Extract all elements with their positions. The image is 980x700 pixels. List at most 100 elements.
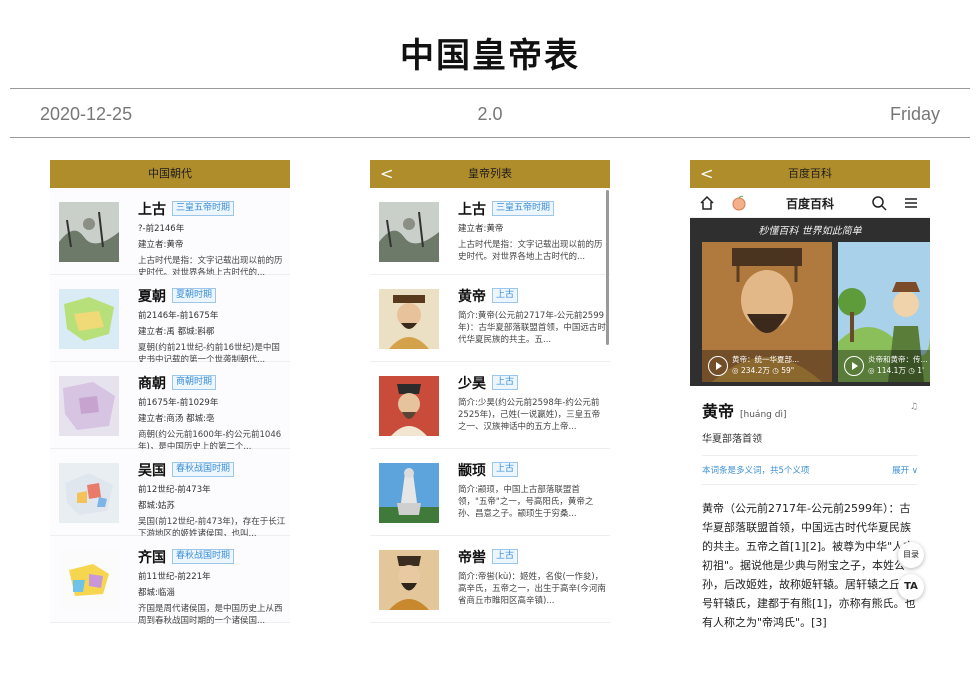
video-banner: 秒懂百科 世界如此简单 xyxy=(758,226,862,237)
polysemy-bar[interactable]: 本词条是多义词，共5个义项 展开 ∨ xyxy=(702,455,918,485)
dynasty-founder: 建立者:商汤 都城:亳 xyxy=(138,413,215,424)
emperor-name: 黄帝 xyxy=(458,288,486,305)
play-icon[interactable] xyxy=(708,356,728,376)
period-tag[interactable]: 上古 xyxy=(492,288,519,303)
emperor-row[interactable]: 上古 三皇五帝时期 建立者:黄帝 上古时代是指：文字记载出现以前的历史时代。对世界… xyxy=(370,188,610,275)
video-title: 炎帝和黄帝：传... xyxy=(868,355,928,364)
menu-icon[interactable] xyxy=(902,194,920,212)
entry-header: 黄帝 [huáng dì] ♫ 华夏部落首领 xyxy=(690,386,930,445)
entry-body: 黄帝（公元前2717年-公元前2599年）：古华夏部落联盟首领，中国远古时代华夏… xyxy=(702,502,916,629)
dynasty-row[interactable]: 商朝 商朝时期 前1675年-前1029年 建立者:商汤 都城:亳 商朝(约公元前… xyxy=(50,362,290,452)
dynasty-years: 前11世纪-前221年 xyxy=(138,571,211,582)
emperor-header: < 皇帝列表 xyxy=(370,160,610,188)
play-icon[interactable] xyxy=(844,356,864,376)
statue-thumbnail xyxy=(379,463,439,523)
dynasty-row[interactable]: 夏朝 夏朝时期 前2146年-前1675年 建立者:禹 都城:斟鄩 夏朝(约前21… xyxy=(50,275,290,365)
map-thumbnail xyxy=(59,376,119,436)
header-title: 中国朝代 xyxy=(148,167,192,180)
header-title: 百度百科 xyxy=(788,167,832,180)
audio-icon[interactable]: ♫ xyxy=(910,402,918,412)
back-button[interactable]: < xyxy=(700,160,713,188)
dynasty-name: 齐国 xyxy=(138,549,166,566)
period-tag[interactable]: 上古 xyxy=(492,462,519,477)
dynasty-row[interactable]: 吴国 春秋战国时期 前12世纪-前473年 都城:姑苏 吴国(前12世纪-前473… xyxy=(50,449,290,539)
entry-subtitle: 华夏部落首领 xyxy=(702,434,762,445)
emperor-desc: 上古时代是指：文字记载出现以前的历史时代。对世界各地上古时代的... xyxy=(458,239,603,262)
page-title: 中国皇帝表 xyxy=(400,36,580,76)
baike-header: < 百度百科 xyxy=(690,160,930,188)
video-duration: 1' xyxy=(917,366,925,375)
emperor-row[interactable]: 黄帝 上古 简介:黄帝(公元前2717年-公元前2599年)：古华夏部落联盟首领，… xyxy=(370,275,610,362)
weekday-label: Friday xyxy=(889,104,940,124)
period-tag[interactable]: 春秋战国时期 xyxy=(172,462,235,477)
back-button[interactable]: < xyxy=(380,160,393,188)
emperor-desc: 简介:少昊(约公元前2598年-约公元前2525年)，己姓(一说嬴姓)，三皇五帝… xyxy=(458,397,601,432)
period-tag[interactable]: 三皇五帝时期 xyxy=(492,201,555,216)
scrollbar[interactable] xyxy=(606,190,609,345)
video-duration: 59" xyxy=(781,366,795,375)
period-tag[interactable]: 上古 xyxy=(492,549,519,564)
dynasty-founder: 都城:临淄 xyxy=(138,587,175,598)
period-tag[interactable]: 三皇五帝时期 xyxy=(172,201,235,216)
baike-screen: < 百度百科 百度百科 秒懂百科 世界如此简单 黄帝：统一华夏部... ◎ 234… xyxy=(690,160,930,640)
prehistoric-thumbnail xyxy=(59,202,119,262)
entry-pinyin: [huáng dì] xyxy=(740,410,787,420)
dynasty-years: 前2146年-前1675年 xyxy=(138,310,219,321)
period-tag[interactable]: 春秋战国时期 xyxy=(172,549,235,564)
video-views: 114.1万 xyxy=(876,366,906,375)
dynasty-years: 前12世纪-前473年 xyxy=(138,484,211,495)
period-tag[interactable]: 商朝时期 xyxy=(172,375,217,390)
divider xyxy=(10,88,970,89)
portrait-thumbnail xyxy=(379,289,439,349)
dynasty-header: 中国朝代 xyxy=(50,160,290,188)
baike-brand: 百度百科 xyxy=(785,197,834,211)
divider xyxy=(10,137,970,138)
video-title: 黄帝：统一华夏部... xyxy=(732,355,800,364)
emperor-name: 帝喾 xyxy=(458,549,486,566)
polysemy-note: 本词条是多义词，共5个义项 xyxy=(702,466,810,476)
emperor-row[interactable]: 少昊 上古 简介:少昊(约公元前2598年-约公元前2525年)，己姓(一说嬴姓)… xyxy=(370,362,610,449)
dynasty-name: 吴国 xyxy=(138,462,166,479)
emperor-desc: 简介:黄帝(公元前2717年-公元前2599年)：古华夏部落联盟首领，中国远古时… xyxy=(458,310,606,345)
period-tag[interactable]: 夏朝时期 xyxy=(172,288,217,303)
video-card[interactable]: 炎帝和黄帝：传... ◎ 114.1万 ◷ 1' xyxy=(838,242,930,382)
dynasty-desc: 齐国是周代诸侯国，是中国历史上从西周到春秋战国时期的一个诸侯国... xyxy=(138,603,283,626)
ta-button[interactable]: TA xyxy=(898,574,924,600)
dynasty-name: 夏朝 xyxy=(138,288,166,305)
dynasty-years: ?-前2146年 xyxy=(138,223,185,234)
emperor-list-screen: < 皇帝列表 上古 三皇五帝时期 建立者:黄帝 上古时代是指：文字记载出现以前的历… xyxy=(370,160,610,640)
version-label: 2.0 xyxy=(477,104,503,124)
dynasty-name: 上古 xyxy=(138,201,166,218)
video-carousel[interactable]: 秒懂百科 世界如此简单 黄帝：统一华夏部... ◎ 234.2万 ◷ 59" 炎帝… xyxy=(690,218,930,386)
header-title: 皇帝列表 xyxy=(468,167,512,180)
expand-button[interactable]: 展开 ∨ xyxy=(892,464,918,476)
baike-nav: 百度百科 xyxy=(690,188,930,218)
emperor-name: 颛顼 xyxy=(458,462,486,479)
portrait-thumbnail xyxy=(379,550,439,610)
emperor-desc: 简介:颛顼，中国上古部落联盟首领，"五帝"之一，号高阳氏，黄帝之孙、昌意之子。颛… xyxy=(458,484,594,519)
dynasty-row[interactable]: 上古 三皇五帝时期 ?-前2146年 建立者:黄帝 上古时代是指：文字记载出现以前… xyxy=(50,188,290,278)
dynasty-years: 前1675年-前1029年 xyxy=(138,397,219,408)
map-thumbnail xyxy=(59,463,119,523)
map-thumbnail xyxy=(59,550,119,610)
entry-title: 黄帝 xyxy=(702,402,735,421)
video-card[interactable]: 黄帝：统一华夏部... ◎ 234.2万 ◷ 59" xyxy=(702,242,832,382)
period-tag[interactable]: 上古 xyxy=(492,375,519,390)
emperor-founder: 建立者:黄帝 xyxy=(458,223,504,234)
dynasty-screen: 中国朝代 上古 三皇五帝时期 ?-前2146年 建立者:黄帝 上古时代是指：文字记… xyxy=(50,160,290,640)
dynasty-founder: 都城:姑苏 xyxy=(138,500,175,511)
map-thumbnail xyxy=(59,289,119,349)
dynasty-row[interactable]: 齐国 春秋战国时期 前11世纪-前221年 都城:临淄 齐国是周代诸侯国，是中国历… xyxy=(50,536,290,626)
portrait-thumbnail xyxy=(379,376,439,436)
toc-button[interactable]: 目录 xyxy=(898,542,924,568)
emperor-row[interactable]: 颛顼 上古 简介:颛顼，中国上古部落联盟首领，"五帝"之一，号高阳氏，黄帝之孙、昌… xyxy=(370,449,610,536)
emperor-row[interactable]: 帝喾 上古 简介:帝喾(kù)：姬姓，名俊(一作夋)，高辛氏，五帝之一，出生于高辛… xyxy=(370,536,610,623)
emperor-name: 少昊 xyxy=(458,375,486,392)
dynasty-founder: 建立者:黄帝 xyxy=(138,239,184,250)
emperor-name: 上古 xyxy=(458,201,486,218)
dynasty-name: 商朝 xyxy=(138,375,166,392)
dynasty-founder: 建立者:禹 都城:斟鄩 xyxy=(138,326,215,337)
emperor-desc: 简介:帝喾(kù)：姬姓，名俊(一作夋)，高辛氏，五帝之一，出生于高辛(今河南省… xyxy=(458,571,606,606)
search-icon[interactable] xyxy=(870,194,888,212)
video-views: 234.2万 xyxy=(740,366,770,375)
